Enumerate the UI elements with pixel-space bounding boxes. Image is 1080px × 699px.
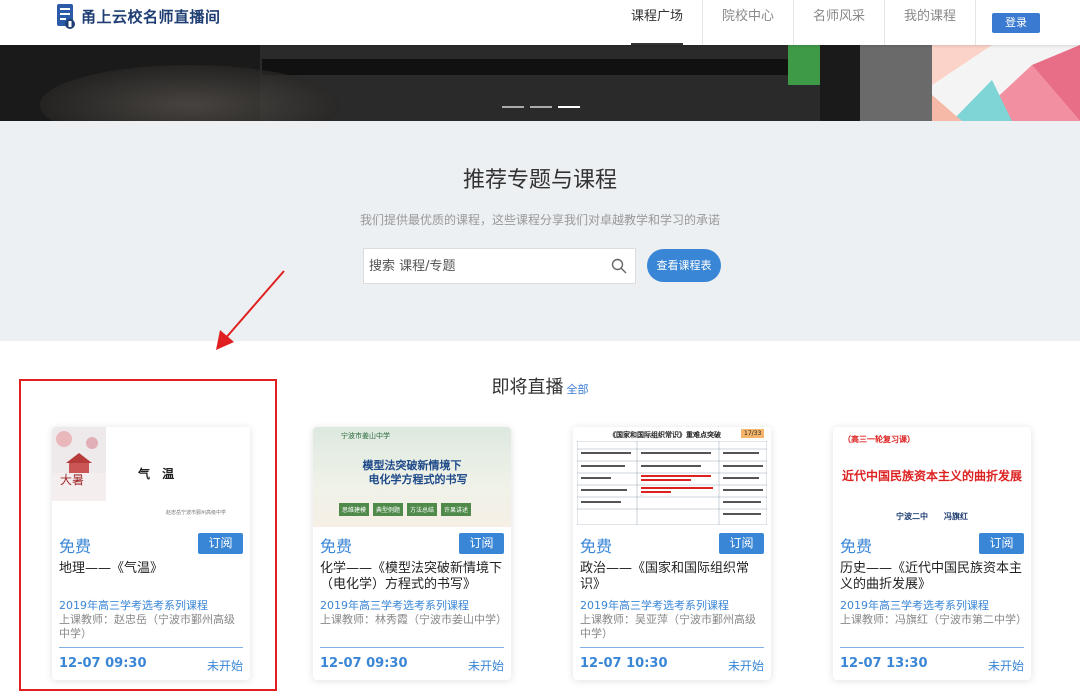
course-title[interactable]: 政治——《国家和国际组织常识》 bbox=[580, 561, 766, 593]
price-label: 免费 bbox=[320, 537, 353, 556]
cover-heading-text: 《国家和国际组织常识》重难点突破 bbox=[609, 430, 721, 439]
course-cover: 宁波市姜山中学 模型法突破新情境下 电化学方程式的书写 思维建模 典型例题 方法… bbox=[313, 427, 511, 527]
course-teacher: 上课教师：林秀霞（宁波市姜山中学） bbox=[320, 613, 507, 626]
subscribe-button[interactable]: 订阅 bbox=[979, 533, 1024, 554]
course-status: 未开始 bbox=[206, 659, 243, 673]
cover-tags: 思维建模 典型例题 方法总结 许果讲述 bbox=[339, 503, 472, 516]
course-title[interactable]: 化学——《模型法突破新情境下（电化学）方程式的书写》 bbox=[320, 561, 506, 593]
course-title[interactable]: 地理——《气温》 bbox=[59, 561, 245, 577]
price-label: 免费 bbox=[59, 537, 92, 556]
view-all-link[interactable]: 全部 bbox=[567, 383, 589, 396]
course-cover: 大暑 气 温 赵忠岳宁波市鄞州高级中学 bbox=[52, 427, 250, 527]
course-status: 未开始 bbox=[727, 659, 764, 673]
search-box bbox=[363, 248, 636, 284]
search-icon[interactable] bbox=[611, 258, 627, 274]
course-status: 未开始 bbox=[987, 659, 1024, 673]
cover-school-text: 宁波市姜山中学 bbox=[341, 432, 390, 440]
site-logo[interactable]: 甬上云校名师直播间 bbox=[55, 2, 221, 30]
recommend-subtitle: 我们提供最优质的课程，这些课程分享我们对卓越教学和学习的承诺 bbox=[359, 213, 720, 227]
course-card[interactable]: 宁波市姜山中学 模型法突破新情境下 电化学方程式的书写 思维建模 典型例题 方法… bbox=[313, 427, 511, 680]
course-cover: （高三一轮复习课） 近代中国民族资本主义的曲折发展 宁波二中 冯旗红 bbox=[833, 427, 1031, 527]
search-input[interactable] bbox=[364, 249, 604, 283]
banner-triangle-decoration bbox=[932, 45, 1080, 121]
nav-teacher-showcase[interactable]: 名师风采 bbox=[794, 0, 885, 45]
banner-carousel-dots bbox=[502, 106, 580, 108]
logo-text: 甬上云校名师直播间 bbox=[81, 7, 221, 26]
cover-tag-text: （高三一轮复习课） bbox=[843, 434, 915, 444]
card-divider bbox=[59, 647, 243, 648]
main-nav: 课程广场 院校中心 名师风采 我的课程 登录 bbox=[612, 0, 1040, 45]
cover-title-text: 近代中国民族资本主义的曲折发展 bbox=[841, 469, 1022, 483]
price-label: 免费 bbox=[840, 537, 873, 556]
cover-painting-image bbox=[52, 427, 106, 501]
cover-tag: 许果讲述 bbox=[441, 503, 472, 516]
login-button[interactable]: 登录 bbox=[992, 12, 1040, 33]
recommend-section: 推荐专题与课程 我们提供最优质的课程，这些课程分享我们对卓越教学和学习的承诺 查… bbox=[0, 121, 1080, 341]
subscribe-button[interactable]: 订阅 bbox=[719, 533, 764, 554]
view-schedule-button[interactable]: 查看课程表 bbox=[647, 249, 721, 282]
course-card[interactable]: （高三一轮复习课） 近代中国民族资本主义的曲折发展 宁波二中 冯旗红 免费 订阅… bbox=[833, 427, 1031, 680]
banner-screen-image bbox=[260, 45, 820, 121]
course-card[interactable]: 大暑 气 温 赵忠岳宁波市鄞州高级中学 免费 订阅 地理——《气温》 2019年… bbox=[52, 427, 250, 680]
course-time: 12-07 09:30 bbox=[320, 656, 408, 671]
price-label: 免费 bbox=[580, 537, 613, 556]
recommend-title: 推荐专题与课程 bbox=[462, 168, 617, 193]
cover-tag: 思维建模 bbox=[339, 503, 370, 516]
cover-small-text: 赵忠岳宁波市鄞州高级中学 bbox=[166, 510, 227, 516]
carousel-dot[interactable] bbox=[530, 106, 552, 108]
course-series: 2019年高三学考选考系列课程 bbox=[320, 599, 469, 612]
course-teacher: 上课教师：赵忠岳（宁波市鄞州高级中学） bbox=[59, 613, 235, 640]
course-teacher: 上课教师：吴亚萍（宁波市鄞州高级中学） bbox=[580, 613, 756, 640]
cover-line2-text: 电化学方程式的书写 bbox=[368, 473, 468, 486]
course-series: 2019年高三学考选考系列课程 bbox=[840, 599, 989, 612]
course-series: 2019年高三学考选考系列课程 bbox=[59, 599, 208, 612]
course-time: 12-07 10:30 bbox=[580, 656, 668, 671]
carousel-dot-active[interactable] bbox=[558, 106, 580, 108]
nav-my-courses[interactable]: 我的课程 bbox=[885, 0, 976, 45]
course-card[interactable]: 《国家和国际组织常识》重难点突破 17/33 免费 订阅 政治——《国家和国际组… bbox=[573, 427, 771, 680]
nav-school-center[interactable]: 院校中心 bbox=[703, 0, 794, 45]
banner-green-block bbox=[788, 45, 820, 85]
cover-tag: 方法总结 bbox=[407, 503, 438, 516]
upcoming-live-title: 即将直播 bbox=[491, 377, 564, 398]
card-divider bbox=[320, 647, 504, 648]
course-time: 12-07 13:30 bbox=[840, 656, 928, 671]
course-time: 12-07 09:30 bbox=[59, 656, 147, 671]
course-teacher: 上课教师：冯旗红（宁波市第二中学） bbox=[840, 613, 1027, 626]
cover-author-text: 宁波二中 冯旗红 bbox=[896, 512, 968, 521]
carousel-dot[interactable] bbox=[502, 106, 524, 108]
nav-course-plaza[interactable]: 课程广场 bbox=[612, 0, 703, 45]
cover-page-counter: 17/33 bbox=[741, 429, 765, 438]
course-status: 未开始 bbox=[467, 659, 504, 673]
red-arrow-annotation bbox=[216, 270, 285, 350]
course-title[interactable]: 历史——《近代中国民族资本主义的曲折发展》 bbox=[840, 561, 1026, 593]
banner-right-image bbox=[860, 45, 940, 121]
hero-banner[interactable] bbox=[0, 45, 1080, 121]
cover-season-text: 大暑 bbox=[60, 473, 85, 487]
course-series: 2019年高三学考选考系列课程 bbox=[580, 599, 729, 612]
cover-tag: 典型例题 bbox=[373, 503, 404, 516]
card-divider bbox=[840, 647, 1024, 648]
banner-player-bar bbox=[262, 59, 820, 75]
course-cover: 《国家和国际组织常识》重难点突破 17/33 bbox=[573, 427, 771, 527]
logo-icon bbox=[57, 4, 75, 29]
top-navigation-bar: 甬上云校名师直播间 课程广场 院校中心 名师风采 我的课程 登录 bbox=[0, 0, 1080, 45]
cover-main-text: 气 温 bbox=[138, 467, 179, 481]
card-divider bbox=[580, 647, 764, 648]
subscribe-button[interactable]: 订阅 bbox=[459, 533, 504, 554]
cover-table-image bbox=[577, 441, 767, 525]
subscribe-button[interactable]: 订阅 bbox=[198, 533, 243, 554]
